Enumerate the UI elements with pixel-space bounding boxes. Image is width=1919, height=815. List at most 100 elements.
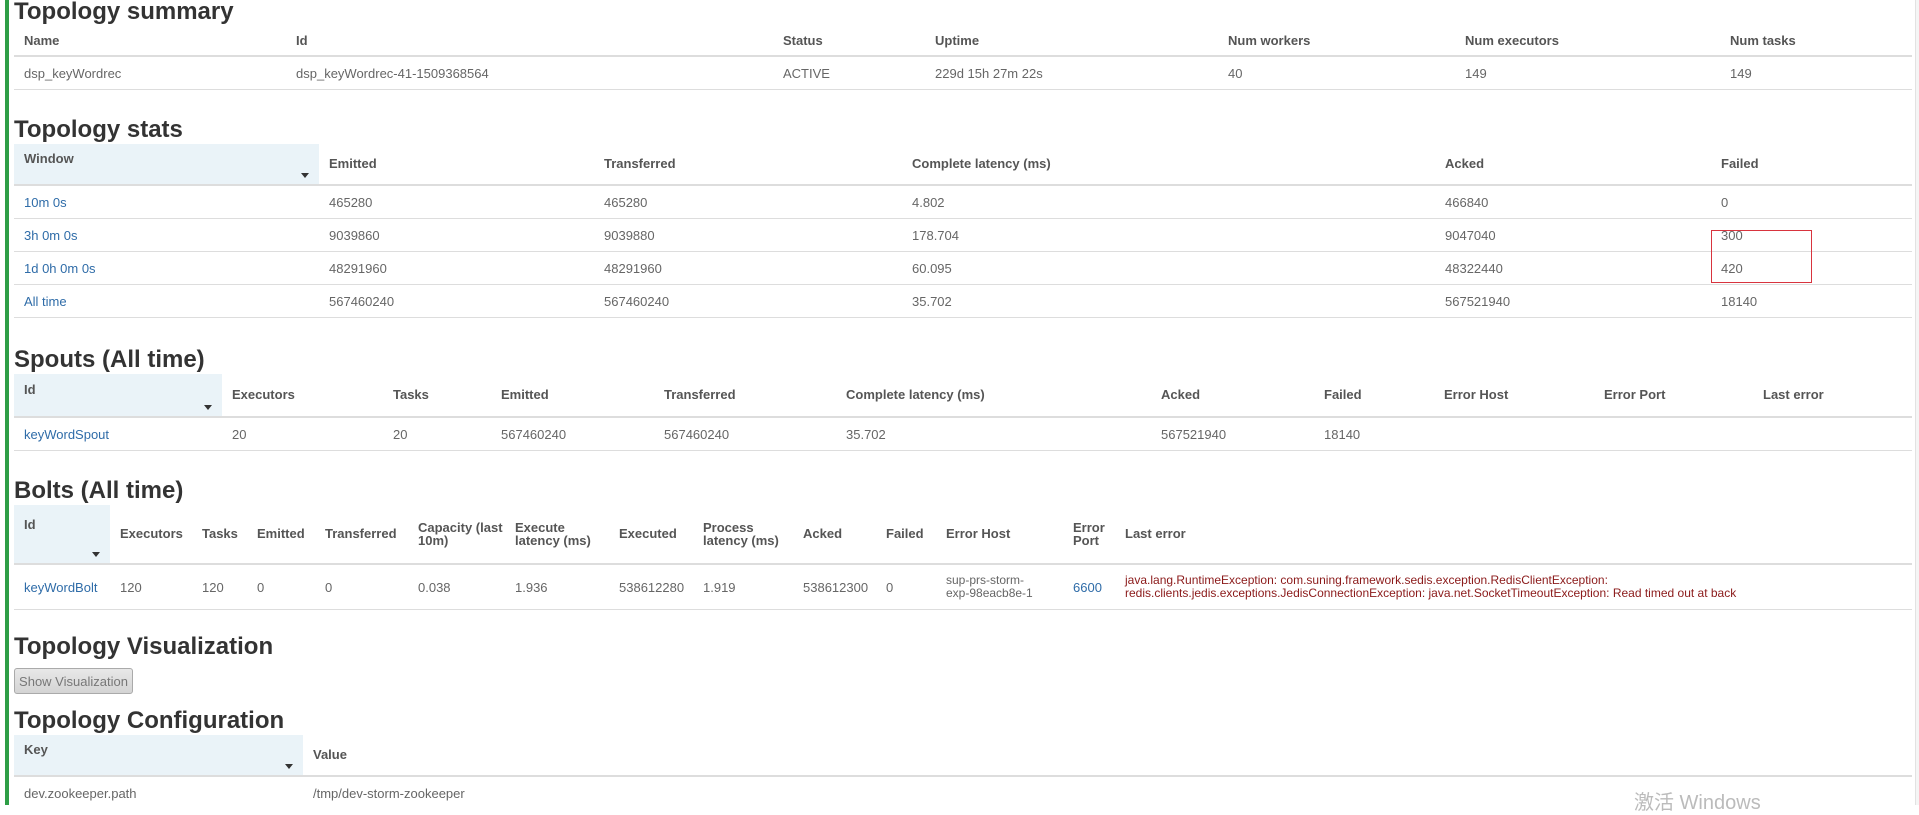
table-header: Window Emitted Transferred Complete late… (14, 144, 1912, 186)
col-id[interactable]: Id (14, 374, 222, 416)
summary-section: Topology summary Name Id Status Uptime N… (14, 0, 1912, 90)
cell-acked: 9047040 (1445, 227, 1496, 243)
cell-value: /tmp/dev-storm-zookeeper (313, 785, 465, 801)
cell-acked: 567521940 (1161, 426, 1227, 442)
cell-failed: 0 (1721, 194, 1729, 210)
cell-last-error (1753, 418, 1763, 450)
cell-last-error: java.lang.RuntimeException: com.suning.f… (1125, 573, 1737, 600)
col-executors[interactable]: Executors (222, 374, 383, 416)
col-error-port[interactable]: Error Port (1594, 374, 1753, 416)
error-port-link[interactable]: 6600 (1063, 565, 1102, 609)
cell-error-port (1594, 418, 1604, 450)
col-process-latency[interactable]: Process latency (ms) (693, 505, 793, 563)
cell-tasks: 120 (202, 579, 224, 595)
cell-emitted: 0 (257, 579, 265, 595)
cell-acked: 48322440 (1445, 260, 1503, 276)
col-name[interactable]: Name (14, 26, 286, 55)
col-acked[interactable]: Acked (1151, 374, 1314, 416)
show-visualization-button[interactable]: Show Visualization (14, 668, 133, 694)
table-header: Id Executors Tasks Emitted Transferred C… (14, 505, 1912, 565)
col-acked[interactable]: Acked (793, 505, 876, 563)
cell-emitted: 465280 (329, 194, 373, 210)
cell-emitted: 567460240 (501, 426, 567, 442)
spouts-table: Id Executors Tasks Emitted Transferred C… (14, 374, 1912, 451)
col-value[interactable]: Value (303, 735, 1912, 775)
col-status[interactable]: Status (773, 26, 925, 55)
sort-desc-icon (92, 552, 100, 557)
window-link[interactable]: All time (14, 285, 67, 317)
col-capacity[interactable]: Capacity (last 10m) (408, 505, 505, 563)
col-uptime[interactable]: Uptime (925, 26, 1218, 55)
configuration-section: Topology Configuration Key Value dev.zoo… (14, 706, 1912, 805)
col-transferred[interactable]: Transferred (654, 374, 836, 416)
cell-emitted: 48291960 (329, 260, 387, 276)
col-failed[interactable]: Failed (1314, 374, 1434, 416)
col-failed[interactable]: Failed (1711, 144, 1912, 184)
configuration-title: Topology Configuration (14, 707, 285, 734)
col-id[interactable]: Id (14, 505, 110, 563)
col-emitted[interactable]: Emitted (491, 374, 654, 416)
col-complete-latency[interactable]: Complete latency (ms) (836, 374, 1151, 416)
col-execute-latency[interactable]: Execute latency (ms) (505, 505, 609, 563)
bolt-link[interactable]: keyWordBolt (14, 565, 97, 609)
cell-executors: 20 (232, 426, 247, 442)
stats-table: Window Emitted Transferred Complete late… (14, 144, 1912, 318)
cell-executors: 120 (120, 579, 142, 595)
spouts-section: Spouts (All time) Id Executors Tasks Emi… (14, 345, 1912, 451)
cell-transferred: 48291960 (604, 260, 662, 276)
cell-failed: 0 (886, 579, 894, 595)
spout-link[interactable]: keyWordSpout (14, 418, 109, 450)
cell-transferred: 9039880 (604, 227, 655, 243)
col-num-tasks[interactable]: Num tasks (1720, 26, 1912, 55)
table-row: 3h 0m 0s 9039860 9039880 178.704 9047040… (14, 219, 1912, 252)
col-tasks[interactable]: Tasks (383, 374, 491, 416)
col-emitted[interactable]: Emitted (247, 505, 315, 563)
cell-transferred: 567460240 (604, 293, 670, 309)
cell-complete-latency: 60.095 (912, 260, 952, 276)
cell-capacity: 0.038 (418, 579, 451, 595)
col-transferred[interactable]: Transferred (315, 505, 408, 563)
window-link[interactable]: 1d 0h 0m 0s (14, 252, 96, 284)
window-link[interactable]: 10m 0s (14, 186, 67, 218)
table-row: keyWordBolt 120 120 0 0 0.038 1.936 5386… (14, 565, 1912, 610)
cell-transferred: 0 (325, 579, 333, 595)
page-content: Topology summary Name Id Status Uptime N… (14, 0, 1912, 805)
cell-tasks: 20 (393, 426, 408, 442)
summary-title: Topology summary (14, 0, 234, 25)
window-link[interactable]: 3h 0m 0s (14, 219, 77, 251)
col-acked[interactable]: Acked (1435, 144, 1711, 184)
cell-acked: 538612300 (803, 579, 869, 595)
col-executors[interactable]: Executors (110, 505, 192, 563)
col-last-error[interactable]: Last error (1115, 505, 1912, 563)
col-error-host[interactable]: Error Host (1434, 374, 1594, 416)
col-tasks[interactable]: Tasks (192, 505, 247, 563)
col-window[interactable]: Window (14, 144, 319, 184)
cell-complete-latency: 35.702 (912, 293, 952, 309)
col-failed[interactable]: Failed (876, 505, 936, 563)
col-id[interactable]: Id (286, 26, 773, 55)
table-row: 1d 0h 0m 0s 48291960 48291960 60.095 483… (14, 252, 1912, 285)
col-num-executors[interactable]: Num executors (1455, 26, 1720, 55)
col-complete-latency[interactable]: Complete latency (ms) (902, 144, 1435, 184)
cell-complete-latency: 178.704 (912, 227, 959, 243)
bolts-table: Id Executors Tasks Emitted Transferred C… (14, 505, 1912, 610)
col-num-workers[interactable]: Num workers (1218, 26, 1455, 55)
cell-num-workers: 40 (1228, 65, 1243, 81)
cell-acked: 466840 (1445, 194, 1489, 210)
cell-error-host (1434, 418, 1444, 450)
col-emitted[interactable]: Emitted (319, 144, 594, 184)
col-error-port[interactable]: Error Port (1063, 505, 1115, 563)
col-key[interactable]: Key (14, 735, 303, 775)
cell-transferred: 567460240 (664, 426, 730, 442)
visualization-title: Topology Visualization (14, 633, 274, 660)
spouts-title: Spouts (All time) (14, 346, 205, 373)
col-error-host[interactable]: Error Host (936, 505, 1063, 563)
summary-table: Name Id Status Uptime Num workers Num ex… (14, 26, 1912, 90)
col-last-error[interactable]: Last error (1753, 374, 1912, 416)
col-transferred[interactable]: Transferred (594, 144, 902, 184)
scrollbar[interactable] (1915, 0, 1919, 805)
cell-complete-latency: 35.702 (846, 426, 886, 442)
cell-failed: 18140 (1324, 426, 1361, 442)
col-executed[interactable]: Executed (609, 505, 693, 563)
cell-failed: 18140 (1721, 293, 1758, 309)
